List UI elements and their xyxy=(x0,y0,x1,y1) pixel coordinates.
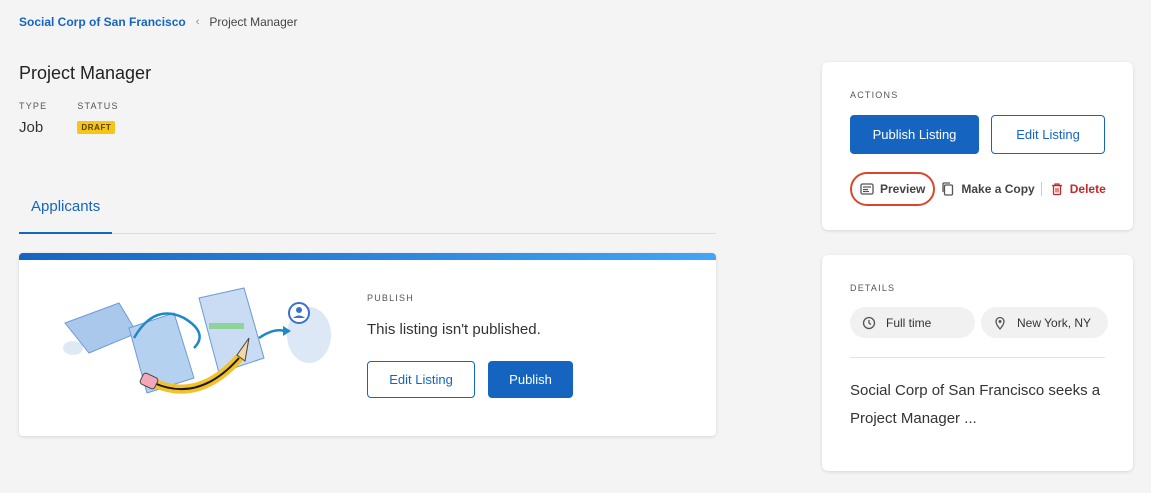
status-badge: DRAFT xyxy=(77,121,116,134)
listing-description: Social Corp of San Francisco seeks a Pro… xyxy=(850,382,1101,427)
make-copy-label: Make a Copy xyxy=(961,182,1035,196)
edit-listing-button[interactable]: Edit Listing xyxy=(367,361,475,398)
type-value: Job xyxy=(19,119,44,136)
edit-listing-side-button[interactable]: Edit Listing xyxy=(991,115,1105,154)
make-copy-button[interactable]: Make a Copy xyxy=(941,182,1042,196)
delete-label: Delete xyxy=(1069,182,1106,196)
location-text: New York, NY xyxy=(1017,315,1092,330)
detail-chips: Full time New York, NY xyxy=(850,307,1108,338)
preview-label: Preview xyxy=(880,182,926,196)
breadcrumb: Social Corp of San Francisco ‹ Project M… xyxy=(19,15,297,29)
clock-icon xyxy=(862,316,876,330)
type-field: TYPE Job xyxy=(19,101,47,136)
details-card: DETAILS Full time New York, NY Social Co… xyxy=(822,255,1133,471)
secondary-actions: Preview Make a Copy Delete xyxy=(850,172,1106,206)
chevron-left-icon: ‹ xyxy=(195,16,200,28)
copy-icon xyxy=(941,182,955,196)
publish-card: PUBLISH This listing isn't published. Ed… xyxy=(19,253,716,436)
location-chip: New York, NY xyxy=(981,307,1108,338)
listing-meta: TYPE Job STATUS DRAFT xyxy=(19,101,119,136)
details-label: DETAILS xyxy=(850,283,896,293)
employment-type-text: Full time xyxy=(886,315,932,330)
breadcrumb-current: Project Manager xyxy=(209,15,298,29)
page-title: Project Manager xyxy=(19,63,152,83)
tab-bar: Applicants xyxy=(19,190,716,234)
publish-listing-button[interactable]: Publish Listing xyxy=(850,115,979,154)
breadcrumb-parent-link[interactable]: Social Corp of San Francisco xyxy=(19,15,186,29)
tab-applicants[interactable]: Applicants xyxy=(19,190,112,234)
type-label: TYPE xyxy=(19,101,48,111)
publish-button[interactable]: Publish xyxy=(488,361,573,398)
preview-icon xyxy=(860,182,874,196)
publish-section-label: PUBLISH xyxy=(367,293,414,303)
actions-card: ACTIONS Publish Listing Edit Listing Pre… xyxy=(822,62,1133,230)
preview-button[interactable]: Preview xyxy=(850,172,936,206)
actions-label: ACTIONS xyxy=(850,90,899,100)
publish-status-message: This listing isn't published. xyxy=(367,321,541,338)
details-divider xyxy=(850,357,1105,358)
employment-type-chip: Full time xyxy=(850,307,975,338)
trash-icon xyxy=(1050,182,1064,196)
status-field: STATUS DRAFT xyxy=(77,101,118,136)
location-pin-icon xyxy=(993,316,1007,330)
delete-button[interactable]: Delete xyxy=(1050,182,1106,196)
status-label: STATUS xyxy=(77,101,119,111)
card-accent-strip xyxy=(19,253,716,260)
publish-illustration xyxy=(63,287,331,394)
